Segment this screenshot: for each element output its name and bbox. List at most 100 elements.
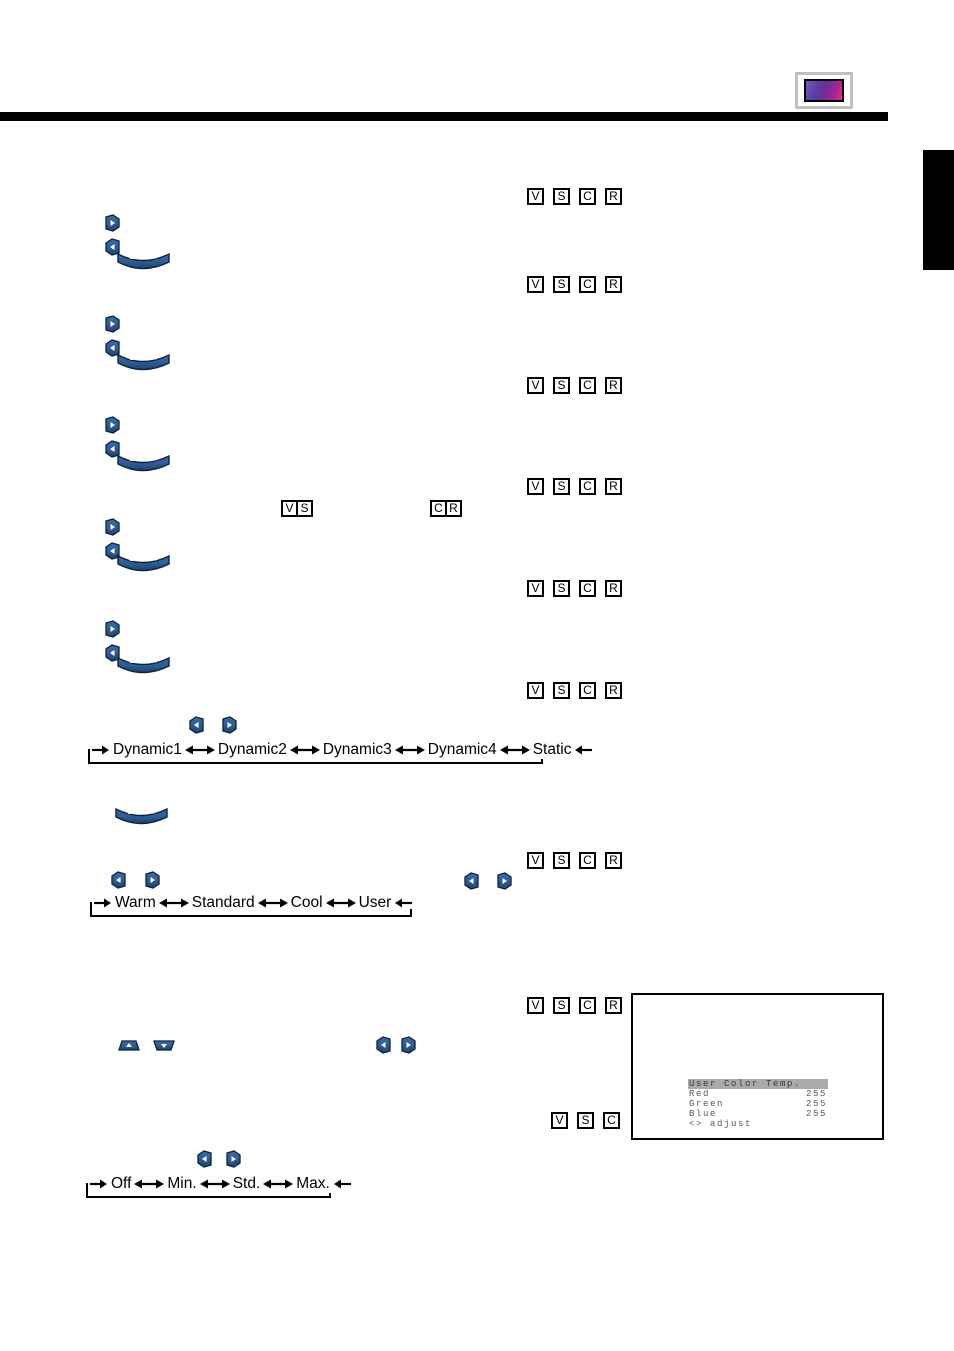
enter-button[interactable]: ENTER [116, 352, 171, 373]
mode-badge-v: V [527, 852, 544, 869]
arrow-both-icon [199, 1178, 230, 1190]
mode-badge-v: V [527, 377, 544, 394]
mode-badge-r: R [605, 478, 622, 495]
flow-item-label: Min. [164, 1175, 200, 1193]
arrow-both-icon [158, 897, 189, 909]
mode-badge-s: S [577, 1112, 594, 1129]
arrow-left-button[interactable] [463, 872, 480, 890]
mode-badge-r: R [605, 682, 622, 699]
flow-item-label: Std. [229, 1175, 264, 1193]
mode-badge-c: C [579, 580, 596, 597]
enter-button[interactable]: ENTER [116, 251, 171, 272]
arrow-right-button[interactable] [400, 1036, 417, 1054]
mode-badge-v: V [551, 1112, 568, 1129]
enter-button-label: ENTER [129, 557, 158, 563]
tv-screen-gradient [804, 79, 844, 102]
mode-badge-r: R [605, 997, 622, 1014]
arrow-both-icon [263, 1178, 294, 1190]
mode-badge-c: C [579, 682, 596, 699]
mode-badges-step2: V S C R [527, 276, 622, 293]
arrow-out-icon [394, 897, 413, 909]
mode-badge-r: R [605, 580, 622, 597]
mode-badge-v: V [527, 276, 544, 293]
flow-item-label: Dynamic1 [110, 741, 185, 759]
mode-badge-r: R [605, 852, 622, 869]
arrow-both-icon [184, 744, 215, 756]
enter-button-label: ENTER [129, 659, 158, 665]
enter-button-label: ENTER [129, 255, 158, 261]
arrow-left-button[interactable] [375, 1036, 392, 1054]
mode-badge-s: S [553, 682, 570, 699]
arrow-both-icon [134, 1178, 165, 1190]
mode-badge-s: S [296, 500, 313, 517]
flow-item-label: User [355, 894, 395, 912]
mode-badges-step5: V S C R [527, 580, 622, 597]
mode-badges-inline-vs: V S [281, 500, 313, 517]
mode-badge-c: C [579, 377, 596, 394]
mode-badge-c: C [579, 852, 596, 869]
mode-badge-c: C [579, 188, 596, 205]
arrow-down-button[interactable] [152, 1039, 176, 1052]
osd-menu: User Color Temp. Red 255 Green 255 Blue … [688, 1079, 828, 1129]
flow-item-label: Max. [293, 1175, 333, 1193]
arrow-up-button[interactable] [117, 1039, 141, 1052]
arrow-out-icon [574, 744, 593, 756]
section-tab-marker [923, 150, 954, 270]
mode-badge-c: C [579, 997, 596, 1014]
mode-badge-s: S [553, 478, 570, 495]
osd-menu-title: User Color Temp. [688, 1079, 828, 1089]
osd-row-label: Red [689, 1089, 711, 1099]
arrow-both-icon [499, 744, 530, 756]
mode-badge-s: S [553, 377, 570, 394]
arrow-right-button[interactable] [144, 871, 161, 889]
arrow-left-button[interactable] [188, 716, 205, 734]
arrow-right-button[interactable] [104, 315, 121, 333]
enter-button[interactable]: ENTER [114, 806, 169, 827]
header-rule [0, 112, 888, 121]
flow-item-label: Dynamic4 [424, 741, 500, 759]
arrow-in-icon [94, 897, 112, 909]
enter-button-label: ENTER [129, 457, 158, 463]
mode-badge-r: R [605, 188, 622, 205]
arrow-right-button[interactable] [225, 1150, 242, 1168]
arrow-left-button[interactable] [110, 871, 127, 889]
arrow-right-button[interactable] [496, 872, 513, 890]
osd-row-label: Green [689, 1099, 725, 1109]
color-temperature-cycle: Warm Standard Cool User [90, 891, 413, 917]
mode-badge-r: R [605, 276, 622, 293]
arrow-right-button[interactable] [104, 416, 121, 434]
arrow-right-button[interactable] [104, 620, 121, 638]
osd-row-value: 255 [805, 1109, 827, 1119]
arrow-both-icon [289, 744, 320, 756]
mode-badges-step9: V S C [551, 1112, 620, 1129]
flow-item-label: Standard [188, 894, 258, 912]
mode-badge-v: V [527, 997, 544, 1014]
arrow-in-icon [92, 744, 110, 756]
arrow-right-button[interactable] [104, 214, 121, 232]
flow-item-label: Warm [112, 894, 159, 912]
mode-badges-inline-cr: C R [430, 500, 462, 517]
arrow-in-icon [90, 1178, 108, 1190]
arrow-left-button[interactable] [196, 1150, 213, 1168]
flow-item-label: Dynamic3 [319, 741, 395, 759]
mode-badge-s: S [553, 276, 570, 293]
osd-row-value: 255 [805, 1089, 827, 1099]
flow-item-label: Dynamic2 [214, 741, 290, 759]
osd-preview-panel: User Color Temp. Red 255 Green 255 Blue … [631, 993, 884, 1140]
arrow-right-button[interactable] [221, 716, 238, 734]
mode-badge-s: S [553, 188, 570, 205]
enter-button-label: ENTER [129, 356, 158, 362]
mode-badge-v: V [527, 580, 544, 597]
enter-button[interactable]: ENTER [116, 453, 171, 474]
flow-item-label: Static [529, 741, 575, 759]
osd-adjust-hint: <> adjust [689, 1119, 753, 1129]
picture-mode-cycle: Dynamic1 Dynamic2 Dynamic3 Dynamic4 Stat… [88, 738, 593, 764]
osd-row-value: 255 [805, 1099, 827, 1109]
enter-button[interactable]: ENTER [116, 553, 171, 574]
mode-badges-step7: V S C R [527, 852, 622, 869]
level-cycle: Off Min. Std. Max. [86, 1172, 351, 1198]
enter-button[interactable]: ENTER [116, 655, 171, 676]
mode-badge-v: V [527, 682, 544, 699]
arrow-right-button[interactable] [104, 518, 121, 536]
osd-row-blue: Blue 255 [688, 1109, 828, 1119]
